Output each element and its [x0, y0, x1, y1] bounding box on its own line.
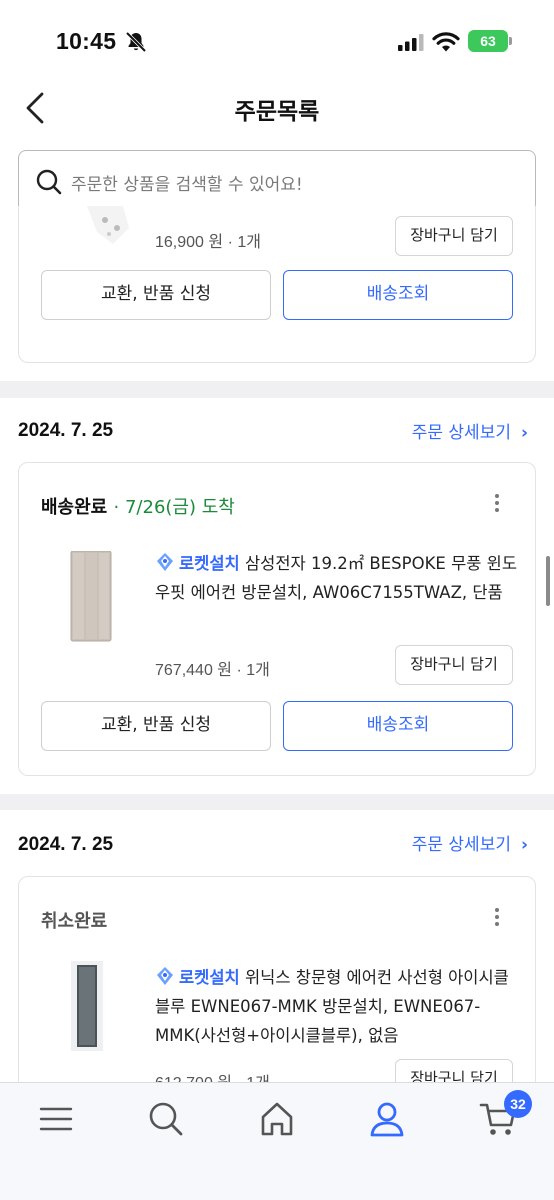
- quantity: · 1개: [236, 662, 270, 679]
- order-price: 16,900 원 · 1개: [155, 228, 261, 252]
- bottom-tab-bar: [0, 1082, 554, 1200]
- rocket-install-icon: [157, 553, 173, 571]
- search-input[interactable]: 주문한 상품을 검색할 수 있어요!: [18, 150, 536, 212]
- home-icon[interactable]: [257, 1099, 297, 1139]
- delivery-status: 배송완료 · 7/26(금) 도착: [41, 493, 235, 519]
- order-card: 배송완료 · 7/26(금) 도착 로켓설치 삼성전자 19.2㎡ BESPOK…: [18, 462, 536, 776]
- chevron-right-icon: ›: [520, 423, 528, 443]
- track-delivery-button[interactable]: 배송조회: [283, 701, 513, 751]
- order-section-3: 2024. 7. 25 주문 상세보기 › 취소완료 로켓설치 위닉스 창문형 에…: [0, 810, 554, 1116]
- order-detail-link[interactable]: 주문 상세보기 ›: [412, 830, 528, 855]
- search-icon[interactable]: [146, 1099, 186, 1139]
- product-name[interactable]: 로켓설치 위닉스 창문형 에어컨 사선형 아이시클 블루 EWNE067-MMK…: [155, 963, 521, 1050]
- battery-tip: [509, 37, 512, 45]
- product-name[interactable]: 로켓설치 삼성전자 19.2㎡ BESPOKE 무풍 윈도우핏 에어컨 방문설치…: [155, 549, 521, 607]
- bell-muted-icon: [125, 31, 147, 53]
- status-bar: 10:45 63: [0, 0, 554, 80]
- wifi-icon: [432, 32, 460, 52]
- search-placeholder: 주문한 상품을 검색할 수 있어요!: [71, 175, 303, 195]
- product-thumbnail[interactable]: [43, 551, 139, 643]
- product-thumbnail[interactable]: [83, 206, 133, 246]
- cell-signal-icon: [398, 34, 424, 51]
- order-card: 16,900 원 · 1개 장바구니 담기 교환, 반품 신청 배송조회: [18, 206, 536, 363]
- arrival-date: · 7/26(금) 도착: [113, 497, 235, 518]
- status-time: 10:45: [56, 28, 117, 54]
- order-card: 취소완료 로켓설치 위닉스 창문형 에어컨 사선형 아이시클 블루 EWNE06…: [18, 876, 536, 1116]
- search-icon: [36, 169, 62, 195]
- rocket-install-badge: 로켓설치: [179, 968, 240, 987]
- chevron-right-icon: ›: [520, 835, 528, 855]
- cart-count-badge: 32: [504, 1090, 532, 1118]
- battery-indicator: 63: [468, 30, 508, 52]
- more-options-icon[interactable]: [493, 491, 501, 515]
- price-value: 767,440 원: [155, 662, 233, 679]
- rocket-install-icon: [157, 967, 173, 985]
- profile-icon[interactable]: [367, 1099, 407, 1139]
- page-title: 주문목록: [234, 99, 320, 125]
- order-detail-label: 주문 상세보기: [411, 835, 511, 855]
- order-price: 767,440 원 · 1개: [155, 656, 270, 680]
- menu-icon[interactable]: [36, 1099, 76, 1139]
- rocket-install-badge: 로켓설치: [179, 554, 240, 573]
- quantity: · 1개: [227, 234, 261, 251]
- order-date: 2024. 7. 25: [18, 834, 114, 855]
- status-text: 취소완료: [41, 911, 108, 932]
- exchange-return-button[interactable]: 교환, 반품 신청: [41, 270, 271, 320]
- status-text: 배송완료: [41, 497, 108, 518]
- order-section-1: 16,900 원 · 1개 장바구니 담기 교환, 반품 신청 배송조회: [0, 206, 554, 381]
- track-delivery-button[interactable]: 배송조회: [283, 270, 513, 320]
- product-thumbnail[interactable]: [43, 961, 139, 1053]
- exchange-return-button[interactable]: 교환, 반품 신청: [41, 701, 271, 751]
- scrollbar[interactable]: [546, 556, 550, 606]
- order-date: 2024. 7. 25: [18, 420, 114, 441]
- app-header: 주문목록: [0, 80, 554, 136]
- more-options-icon[interactable]: [493, 905, 501, 929]
- delivery-status: 취소완료: [41, 907, 107, 933]
- order-detail-label: 주문 상세보기: [411, 423, 511, 443]
- add-to-cart-button[interactable]: 장바구니 담기: [395, 645, 513, 685]
- price-value: 16,900 원: [155, 234, 224, 251]
- order-detail-link[interactable]: 주문 상세보기 ›: [412, 418, 528, 443]
- order-section-2: 2024. 7. 25 주문 상세보기 › 배송완료 · 7/26(금) 도착 로…: [0, 398, 554, 794]
- add-to-cart-button[interactable]: 장바구니 담기: [395, 216, 513, 256]
